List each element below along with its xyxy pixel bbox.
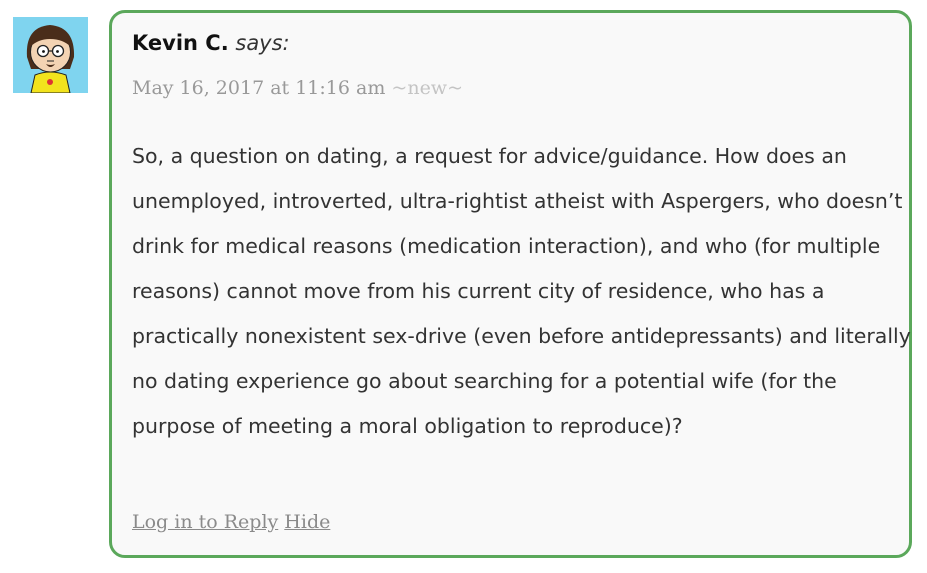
comment-author: Kevin C. bbox=[132, 31, 229, 55]
login-to-reply-link[interactable]: Log in to Reply bbox=[132, 511, 278, 533]
avatar bbox=[13, 17, 88, 93]
hide-link[interactable]: Hide bbox=[284, 511, 330, 533]
says-label: says: bbox=[235, 31, 290, 55]
comment-meta: May 16, 2017 at 11:16 am ~new~ bbox=[132, 77, 463, 99]
comment-card: Kevin C. says: May 16, 2017 at 11:16 am … bbox=[109, 10, 912, 558]
comment-date: May 16, 2017 at 11:16 am bbox=[132, 77, 386, 99]
comment-actions: Log in to Reply Hide bbox=[132, 511, 330, 533]
cartoon-avatar-icon bbox=[13, 17, 88, 93]
comment-body: So, a question on dating, a request for … bbox=[132, 144, 911, 438]
comment-author-line: Kevin C. says: bbox=[132, 31, 290, 55]
new-badge: ~new~ bbox=[391, 77, 463, 99]
